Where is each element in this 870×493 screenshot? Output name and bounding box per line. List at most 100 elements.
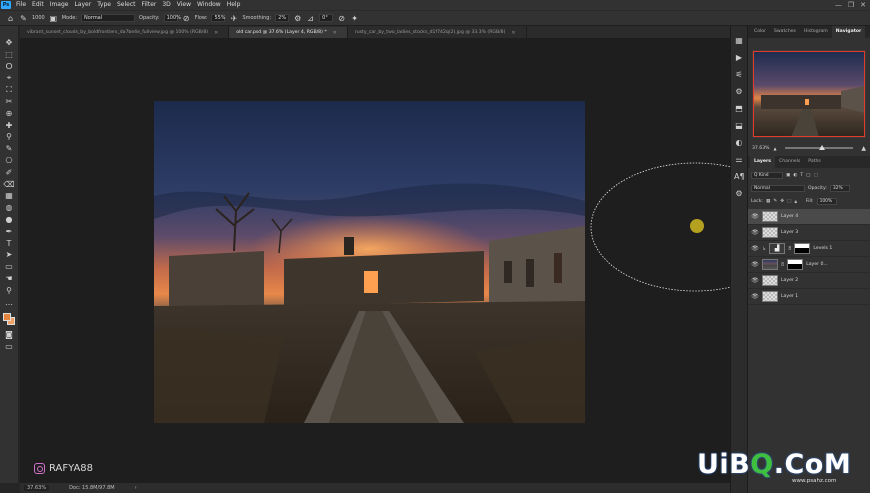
menu-file[interactable]: File <box>13 0 29 10</box>
foreground-color-swatch[interactable] <box>3 313 11 322</box>
pressure-opacity-icon[interactable]: ⊘ <box>182 14 191 23</box>
menu-filter[interactable]: Filter <box>139 0 160 10</box>
quick-select-tool-icon[interactable]: ⌖ <box>3 73 15 82</box>
shape-tool-icon[interactable]: ▭ <box>3 262 15 271</box>
clone-stamp-tool-icon[interactable]: ✎ <box>3 144 15 153</box>
layer-mask-thumbnail[interactable] <box>787 259 804 270</box>
brush-settings-icon[interactable]: ▣ <box>49 14 58 23</box>
layer-row-levels-1[interactable]: 👁︎ ↳ ▟ 8 Levels 1 <box>748 241 870 257</box>
zoom-out-icon[interactable]: ▲ <box>774 146 777 151</box>
navigator-view-box[interactable] <box>753 51 865 137</box>
filter-type-icon[interactable]: T <box>800 173 803 178</box>
styles-panel-icon[interactable]: ⚌ <box>734 155 744 164</box>
canvas-workspace[interactable]: RAFYA88 <box>20 38 800 483</box>
close-icon[interactable]: ✕ <box>860 1 866 9</box>
quick-mask-icon[interactable]: ◙ <box>3 330 15 339</box>
lock-all-icon[interactable]: 🔒︎ <box>794 199 796 205</box>
lock-position-icon[interactable]: ✥ <box>780 199 784 204</box>
eraser-tool-icon[interactable]: ✐ <box>3 168 15 177</box>
crop-tool-icon[interactable]: ⛶ <box>3 85 15 94</box>
filter-shape-icon[interactable]: ▢ <box>806 173 810 178</box>
close-tab-icon[interactable]: ✕ <box>511 30 515 36</box>
menu-edit[interactable]: Edit <box>29 0 47 10</box>
menu-layer[interactable]: Layer <box>71 0 94 10</box>
screen-mode-icon[interactable]: ▭ <box>3 342 15 351</box>
lock-pixels-icon[interactable]: ✎ <box>773 199 777 204</box>
frame-tool-icon[interactable]: ✂ <box>3 97 15 106</box>
dodge-tool-icon[interactable]: ◍ <box>3 203 15 212</box>
pen-tool-icon[interactable]: ● <box>3 215 15 224</box>
menu-type[interactable]: Type <box>94 0 114 10</box>
flow-field[interactable]: 55% <box>211 14 226 22</box>
tab-swatches[interactable]: Swatches <box>770 26 800 38</box>
navigator-zoom-value[interactable]: 37.63% <box>752 146 770 151</box>
brush-size[interactable]: 1000 <box>32 15 45 21</box>
layer-row-layer-4[interactable]: 👁︎ Layer 4 <box>748 209 870 225</box>
lock-artboard-icon[interactable]: ⬚ <box>787 199 791 204</box>
tab-navigator[interactable]: Navigator <box>831 26 866 38</box>
hand-tool-icon[interactable]: ☚ <box>3 274 15 283</box>
blur-tool-icon[interactable]: ▦ <box>3 191 15 200</box>
filter-adjust-icon[interactable]: ◐ <box>793 173 797 178</box>
lasso-tool-icon[interactable]: ⵔ <box>3 62 15 71</box>
layer-row-layer-0[interactable]: 👁︎ 8 Layer 0... <box>748 257 870 273</box>
filter-pixel-icon[interactable]: ▣ <box>786 173 790 178</box>
brush-tool-icon[interactable]: ⚲ <box>3 132 15 141</box>
menu-select[interactable]: Select <box>114 0 139 10</box>
eye-icon[interactable]: 👁︎ <box>751 293 759 300</box>
tab-color[interactable]: Color <box>750 26 770 38</box>
menu-view[interactable]: View <box>174 0 194 10</box>
adjustments-panel-icon[interactable]: ◐ <box>734 138 744 147</box>
close-tab-icon[interactable]: ✕ <box>333 30 337 36</box>
tab-histogram[interactable]: Histogram <box>800 26 832 38</box>
eye-icon[interactable]: 👁︎ <box>751 213 759 220</box>
filter-smart-icon[interactable]: ⬚ <box>814 173 818 178</box>
eye-icon[interactable]: 👁︎ <box>751 229 759 236</box>
blend-mode-select[interactable]: Normal <box>751 185 805 192</box>
angle-field[interactable]: 0° <box>319 14 334 22</box>
tab-layers[interactable]: Layers <box>750 156 775 168</box>
status-more-arrow[interactable]: › <box>135 485 137 491</box>
smoothing-gear-icon[interactable]: ⚙ <box>293 14 302 23</box>
menu-3d[interactable]: 3D <box>159 0 173 10</box>
move-tool-icon[interactable]: ✥ <box>3 38 15 47</box>
layer-row-layer-1[interactable]: 👁︎ Layer 1 <box>748 289 870 305</box>
layer-mask-thumbnail[interactable] <box>794 243 811 254</box>
tab-channels[interactable]: Channels <box>775 156 804 168</box>
layer-row-layer-2[interactable]: 👁︎ Layer 2 <box>748 273 870 289</box>
brush-settings-panel-icon[interactable]: ⚟ <box>734 70 744 79</box>
tab-paths[interactable]: Paths <box>804 156 825 168</box>
opacity-field[interactable]: 100% <box>163 14 181 22</box>
status-zoom[interactable]: 37.63% <box>24 485 50 491</box>
actions-panel-icon[interactable]: ▶ <box>734 53 744 62</box>
libraries-panel-icon[interactable]: ⬓ <box>734 121 744 130</box>
navigator-thumbnail[interactable] <box>752 50 866 138</box>
tool-presets-panel-icon[interactable]: ⚙ <box>734 189 744 198</box>
history-panel-icon[interactable]: ▦ <box>734 36 744 45</box>
minimize-icon[interactable]: — <box>835 1 842 9</box>
smoothing-field[interactable]: 2% <box>275 14 290 22</box>
paragraph-panel-icon[interactable]: A¶ <box>734 172 745 181</box>
gradient-tool-icon[interactable]: ⌫ <box>3 180 15 189</box>
eye-icon[interactable]: 👁︎ <box>751 245 759 252</box>
tab-sunset-clouds[interactable]: vibrant_sunset_clouds_by_boldfrontiers_d… <box>20 27 230 38</box>
document-canvas[interactable] <box>154 101 585 423</box>
marquee-tool-icon[interactable]: ⬚ <box>3 50 15 59</box>
menu-window[interactable]: Window <box>194 0 224 10</box>
close-tab-icon[interactable]: ✕ <box>214 30 218 36</box>
type-tool-icon[interactable]: T <box>3 239 15 248</box>
layer-opacity-field[interactable]: 32% <box>829 185 850 192</box>
airbrush-icon[interactable]: ✈ <box>229 14 238 23</box>
brush-tool-icon[interactable]: ✎ <box>19 14 28 23</box>
pen-path-tool-icon[interactable]: ✒ <box>3 227 15 236</box>
history-brush-tool-icon[interactable]: ⎔ <box>3 156 15 165</box>
zoom-tool-icon[interactable]: ⚲ <box>3 286 15 295</box>
zoom-in-icon[interactable]: ▲ <box>861 145 866 152</box>
eyedropper-tool-icon[interactable]: ⊕ <box>3 109 15 118</box>
restore-icon[interactable]: ❐ <box>848 1 854 9</box>
lock-transparent-icon[interactable]: ▦ <box>766 199 770 204</box>
menu-image[interactable]: Image <box>47 0 72 10</box>
tab-rusty-car[interactable]: rusty_car_by_two_ladies_stocks_d1f742q(2… <box>347 27 527 38</box>
menu-help[interactable]: Help <box>224 0 244 10</box>
mode-select[interactable]: Normal <box>81 14 136 22</box>
